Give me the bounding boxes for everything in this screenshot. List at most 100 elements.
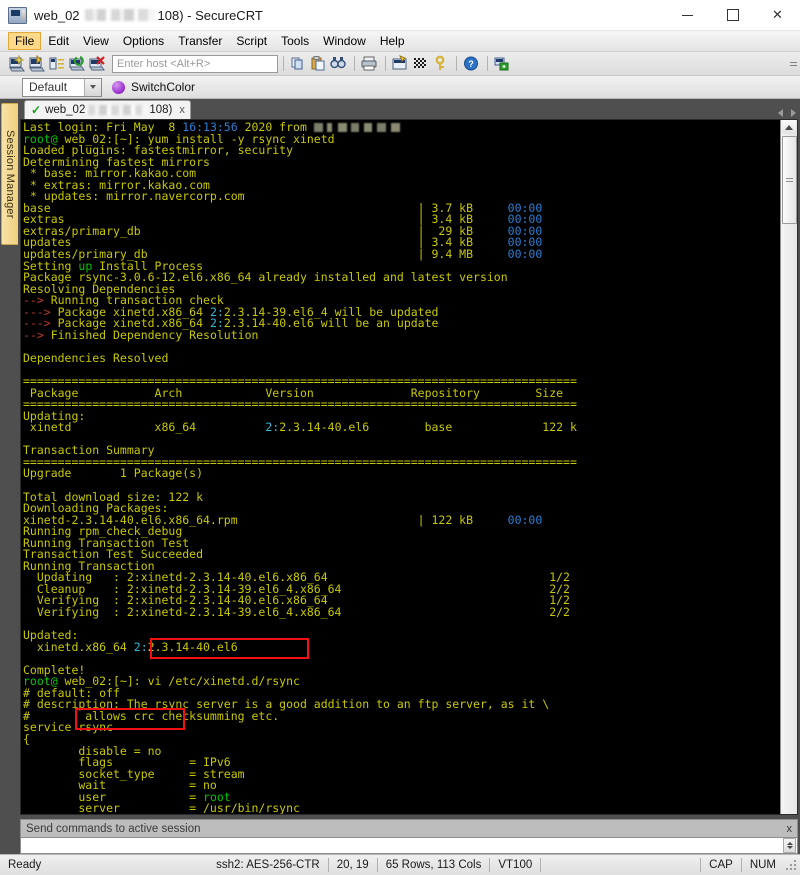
menu-transfer[interactable]: Transfer xyxy=(171,32,229,50)
toolbar-overflow-grip[interactable] xyxy=(790,56,798,70)
status-cursor-position: 20, 19 xyxy=(329,855,377,875)
terminal-scrollbar[interactable] xyxy=(780,120,797,814)
terminal-line: Upgrade 1 Package(s) xyxy=(23,468,780,480)
minimize-button[interactable] xyxy=(665,0,710,30)
terminal-span: Verifying : 2:xinetd-2.3.14-39.el6_4.x86… xyxy=(23,605,570,619)
menu-file[interactable]: File xyxy=(8,32,41,50)
terminal-line: ========================================… xyxy=(23,399,780,411)
menu-window[interactable]: Window xyxy=(316,32,373,50)
menu-bar: File Edit View Options Transfer Script T… xyxy=(0,31,800,52)
status-cipher: ssh2: AES-256-CTR xyxy=(208,855,328,875)
toolbar-divider-4 xyxy=(456,56,457,71)
terminal-container: Last login: Fri May 8 16:13:56 2020 from… xyxy=(20,119,798,815)
menu-tools[interactable]: Tools xyxy=(274,32,316,50)
left-rail: Session Manager xyxy=(0,99,18,854)
menu-view[interactable]: View xyxy=(76,32,116,50)
switch-color-icon[interactable] xyxy=(112,81,125,94)
send-commands-close-icon[interactable]: x xyxy=(787,823,793,835)
disconnect-icon[interactable] xyxy=(88,55,106,72)
terminal-span: Finished Dependency Resolution xyxy=(51,328,259,342)
status-emulation: VT100 xyxy=(490,855,540,875)
minimize-icon xyxy=(682,15,693,16)
paste-icon[interactable] xyxy=(309,55,327,72)
tab-scroll-right-icon[interactable] xyxy=(791,109,796,117)
print-icon[interactable] xyxy=(360,55,378,72)
menu-script-label: Script xyxy=(236,34,267,48)
switch-color-button[interactable]: SwitchColor xyxy=(131,80,195,94)
find-icon[interactable] xyxy=(329,55,347,72)
status-bar: Ready ssh2: AES-256-CTR 20, 19 65 Rows, … xyxy=(0,854,800,875)
terminal-span: xinetd x86_64 xyxy=(23,420,265,434)
session-options-icon[interactable] xyxy=(391,55,409,72)
menu-edit-label: Edit xyxy=(48,34,69,48)
reconnect-icon[interactable] xyxy=(68,55,86,72)
tab-nav-arrows xyxy=(778,109,796,117)
app-icon xyxy=(8,7,27,24)
tab-web-02[interactable]: ✓ web_02 108) x xyxy=(24,100,191,119)
tab-strip: ✓ web_02 108) x xyxy=(18,99,800,119)
redacted-host-tab xyxy=(86,105,148,115)
main-toolbar: Enter host <Alt+R> ? xyxy=(0,52,800,76)
toolbar-divider-2 xyxy=(354,56,355,71)
terminal-span: --> xyxy=(23,328,51,342)
menu-tools-label: Tools xyxy=(281,34,309,48)
window-title: web_02 108) - SecureCRT xyxy=(34,8,263,23)
session-profile-select[interactable]: Default xyxy=(22,78,102,97)
close-button[interactable]: ✕ xyxy=(755,0,800,30)
terminal-span: 2.3.14-40.el6 xyxy=(148,640,238,654)
toolbar-divider-5 xyxy=(487,56,488,71)
menu-script[interactable]: Script xyxy=(229,32,274,50)
session-profile-value: Default xyxy=(29,80,67,94)
copy-icon[interactable] xyxy=(289,55,307,72)
window-title-app: web_02 xyxy=(34,8,80,23)
status-num: NUM xyxy=(742,855,784,875)
host-input[interactable]: Enter host <Alt+R> xyxy=(112,55,278,73)
tab-label-suffix: 108) xyxy=(149,104,172,116)
terminal-line: service rsync xyxy=(23,722,780,734)
session-manager-tab[interactable]: Session Manager xyxy=(1,103,19,245)
clone-session-icon[interactable] xyxy=(28,55,46,72)
new-session-icon[interactable] xyxy=(8,55,26,72)
send-commands-label: Send commands to active session xyxy=(26,823,201,835)
menu-file-label: File xyxy=(15,34,34,48)
window-controls: ✕ xyxy=(665,0,800,30)
connected-check-icon: ✓ xyxy=(31,104,41,116)
terminal-line xyxy=(23,619,780,631)
scrollbar-thumb[interactable] xyxy=(782,136,797,224)
tab-close-icon[interactable]: x xyxy=(179,104,185,116)
close-icon: ✕ xyxy=(772,7,783,23)
menu-help[interactable]: Help xyxy=(373,32,412,50)
key-icon[interactable] xyxy=(431,55,449,72)
maximize-button[interactable] xyxy=(710,0,755,30)
terminal-line: xinetd x86_64 2:2.3.14-40.el6 base 122 k xyxy=(23,422,780,434)
resize-grip[interactable] xyxy=(784,858,798,872)
send-commands-spinner[interactable] xyxy=(783,838,796,853)
status-dimensions: 65 Rows, 113 Cols xyxy=(378,855,490,875)
window-title-suffix: 108) - SecureCRT xyxy=(158,8,263,23)
terminal-output[interactable]: Last login: Fri May 8 16:13:56 2020 from… xyxy=(21,120,780,814)
toolbar-divider-1 xyxy=(283,56,284,71)
title-bar: web_02 108) - SecureCRT ✕ xyxy=(0,0,800,31)
workspace: Session Manager ✓ web_02 108) x xyxy=(0,99,800,854)
send-commands-bar: Send commands to active session x xyxy=(18,817,800,854)
tab-scroll-left-icon[interactable] xyxy=(778,109,783,117)
terminal-line: Dependencies Resolved xyxy=(23,353,780,365)
menu-edit[interactable]: Edit xyxy=(41,32,76,50)
scroll-up-icon[interactable] xyxy=(782,120,796,134)
menu-options[interactable]: Options xyxy=(116,32,171,50)
help-icon[interactable]: ? xyxy=(462,55,480,72)
terminal-span: 2.3.14-40.el6 base 122 k xyxy=(279,420,577,434)
chevron-down-icon[interactable] xyxy=(84,79,101,96)
session-manager-icon[interactable] xyxy=(48,55,66,72)
keymap-editor-icon[interactable] xyxy=(411,55,429,72)
svg-text:?: ? xyxy=(468,59,474,69)
status-ready: Ready xyxy=(0,855,49,875)
host-input-placeholder: Enter host <Alt+R> xyxy=(117,58,210,70)
transfer-icon[interactable] xyxy=(493,55,511,72)
terminal-line: --> Finished Dependency Resolution xyxy=(23,330,780,342)
securecrt-window: web_02 108) - SecureCRT ✕ File Edit View… xyxy=(0,0,800,875)
send-commands-input[interactable] xyxy=(20,838,798,854)
terminal-line: Verifying : 2:xinetd-2.3.14-39.el6_4.x86… xyxy=(23,607,780,619)
redacted-host-title xyxy=(82,9,156,21)
tab-label-prefix: web_02 xyxy=(45,104,85,116)
